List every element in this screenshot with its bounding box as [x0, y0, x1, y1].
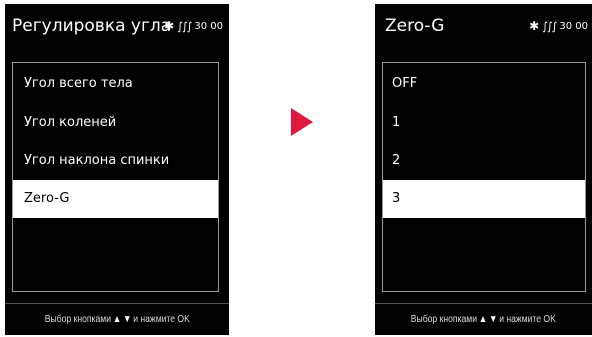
status-bar: ✱ ∫∫∫ 30 00: [164, 19, 223, 33]
right-remote-screen: Zero-G ✱ ∫∫∫ 30 00 OFF 1 2 3 Выбор кнопк…: [375, 4, 592, 335]
bluetooth-icon: ✱: [529, 19, 540, 33]
heat-wave-icon: ∫∫∫: [542, 19, 557, 33]
menu-list: Угол всего тела Угол коленей Угол наклон…: [12, 62, 219, 292]
screen-footer: Выбор кнопками ▲ ▼ и нажмите OK: [375, 303, 592, 335]
footer-hint: Выбор кнопками ▲ ▼ и нажмите OK: [411, 314, 556, 325]
bluetooth-icon: ✱: [164, 19, 175, 33]
menu-item-off[interactable]: OFF: [383, 65, 585, 103]
hint-prefix: Выбор кнопками: [44, 314, 111, 325]
hint-suffix: и нажмите OK: [499, 314, 557, 325]
screen-header: Zero-G ✱ ∫∫∫ 30 00: [375, 4, 592, 48]
screen-header: Регулировка угла ✱ ∫∫∫ 30 00: [5, 4, 229, 48]
menu-item-backrest[interactable]: Угол наклона спинки: [13, 142, 218, 180]
menu-item-whole-body[interactable]: Угол всего тела: [13, 65, 218, 103]
up-arrow-icon: ▲: [112, 314, 121, 325]
menu-list: OFF 1 2 3: [382, 62, 586, 292]
footer-hint: Выбор кнопками ▲ ▼ и нажмите OK: [44, 314, 189, 325]
status-numbers: 30 00: [194, 20, 223, 32]
play-arrow-icon: [291, 108, 313, 136]
status-numbers: 30 00: [559, 20, 588, 32]
down-arrow-icon: ▼: [122, 314, 132, 325]
menu-item-3[interactable]: 3: [383, 180, 585, 218]
screen-title: Регулировка угла: [12, 16, 172, 36]
menu-item-1[interactable]: 1: [383, 104, 585, 142]
status-bar: ✱ ∫∫∫ 30 00: [529, 19, 588, 33]
hint-prefix: Выбор кнопками: [410, 314, 478, 325]
left-remote-screen: Регулировка угла ✱ ∫∫∫ 30 00 Угол всего …: [5, 4, 229, 335]
down-arrow-icon: ▼: [489, 314, 498, 325]
menu-item-knees[interactable]: Угол коленей: [13, 104, 218, 142]
hint-suffix: и нажмите OK: [132, 314, 190, 325]
screen-footer: Выбор кнопками ▲ ▼ и нажмите OK: [5, 303, 229, 335]
heat-wave-icon: ∫∫∫: [177, 19, 192, 33]
menu-item-zero-g[interactable]: Zero-G: [13, 180, 218, 218]
screen-title: Zero-G: [385, 16, 445, 36]
menu-item-2[interactable]: 2: [383, 142, 585, 180]
up-arrow-icon: ▲: [478, 314, 488, 325]
